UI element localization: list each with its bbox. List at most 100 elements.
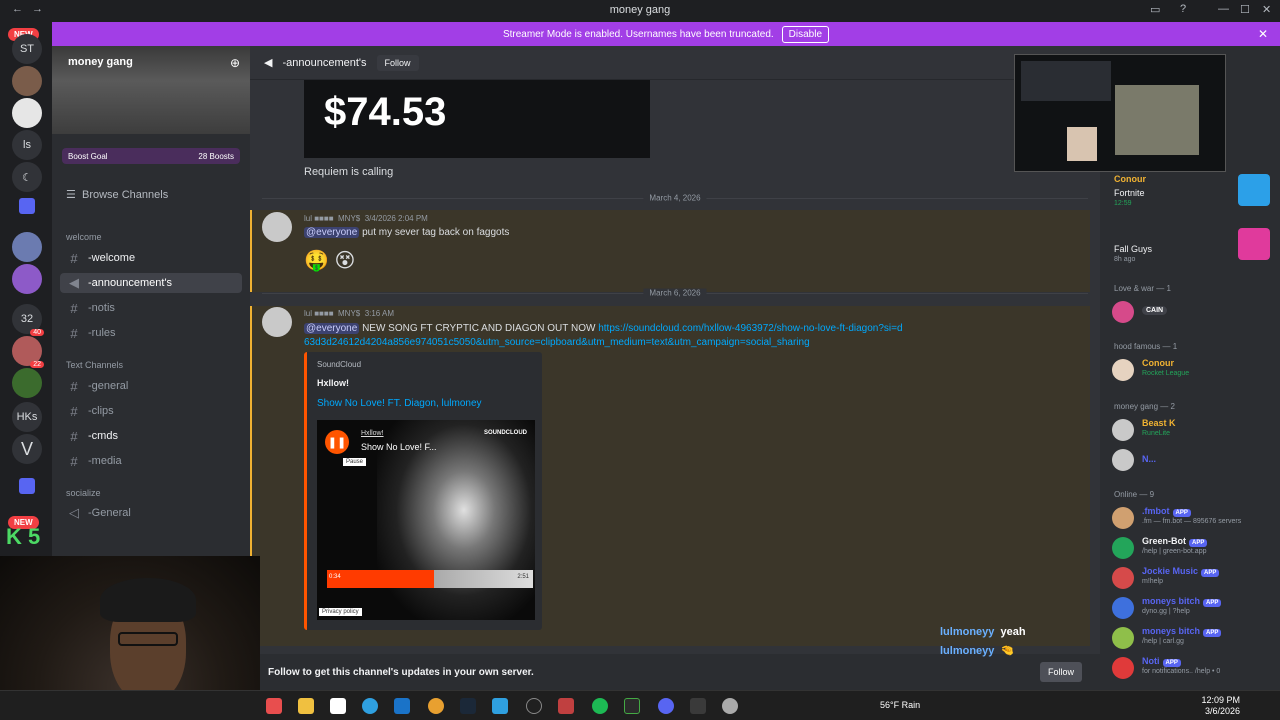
- steam-icon[interactable]: [460, 698, 476, 714]
- member-item[interactable]: CAIN: [1112, 298, 1278, 326]
- chrome-icon[interactable]: [428, 698, 444, 714]
- server-icon[interactable]: 22: [12, 336, 44, 368]
- channel-notis[interactable]: # -notis: [60, 298, 242, 318]
- server-icon[interactable]: ☾: [12, 162, 42, 192]
- copilot-icon[interactable]: [266, 698, 282, 714]
- server-name[interactable]: money gang: [68, 56, 133, 68]
- member-name: moneys bitch: [1142, 626, 1201, 636]
- member-name: Beast K: [1142, 418, 1176, 428]
- weather-widget[interactable]: 56°F Rain: [880, 700, 920, 710]
- obs-icon[interactable]: [526, 698, 542, 714]
- category-socialize[interactable]: socialize: [66, 488, 101, 498]
- discord-icon[interactable]: [658, 698, 674, 714]
- role-tag[interactable]: MNY$: [338, 309, 360, 318]
- hash-icon: #: [70, 378, 78, 394]
- member-name: Green-Bot: [1142, 536, 1187, 546]
- player-track-title[interactable]: Show No Love! F...: [361, 442, 437, 452]
- member-item[interactable]: moneys bitch APP/help | carl.gg: [1112, 624, 1278, 652]
- invite-icon[interactable]: ⊕: [230, 56, 240, 70]
- message-text: @everyone NEW SONG FT CRYPTIC AND DIAGON…: [304, 322, 904, 350]
- folder-icon[interactable]: [19, 478, 35, 494]
- inbox-icon[interactable]: ▭: [1150, 3, 1160, 16]
- voice-channel-general[interactable]: ◁ -General: [60, 503, 242, 523]
- server-icon[interactable]: V: [12, 434, 42, 464]
- app-icon[interactable]: [722, 698, 738, 714]
- member-game: Fortnite: [1114, 188, 1145, 198]
- soundcloud-logo[interactable]: SOUNDCLOUD: [484, 430, 527, 436]
- message-text: @everyone put my sever tag back on faggo…: [304, 227, 509, 238]
- help-icon[interactable]: ?: [1180, 3, 1186, 15]
- maximize-icon[interactable]: ☐: [1240, 3, 1250, 16]
- close-window-icon[interactable]: ✕: [1262, 3, 1271, 16]
- server-banner[interactable]: money gang ⊕: [52, 46, 250, 134]
- server-icon[interactable]: [12, 368, 42, 398]
- server-icon[interactable]: [12, 232, 42, 262]
- waveform-scrubber[interactable]: [327, 570, 533, 588]
- follow-header-button[interactable]: Follow: [376, 54, 419, 71]
- member-item[interactable]: Green-Bot APP/help | green-bot.app: [1112, 534, 1278, 562]
- category-welcome[interactable]: welcome: [66, 232, 102, 242]
- server-icon[interactable]: HKs: [12, 402, 42, 432]
- channel-cmds[interactable]: # -cmds: [60, 426, 242, 446]
- app-icon[interactable]: [492, 698, 508, 714]
- outlook-icon[interactable]: [394, 698, 410, 714]
- boost-goal-bar[interactable]: Boost Goal 28 Boosts: [62, 148, 240, 164]
- avatar[interactable]: [262, 307, 292, 337]
- member-item[interactable]: N...: [1112, 446, 1278, 474]
- clock[interactable]: 12:09 PM 3/6/2026: [1201, 695, 1240, 717]
- channel-general[interactable]: # -general: [60, 376, 242, 396]
- preview-window: [1067, 127, 1097, 161]
- nvidia-icon[interactable]: [624, 698, 640, 714]
- minimize-icon[interactable]: —: [1218, 3, 1229, 15]
- role-tag[interactable]: MNY$: [338, 214, 360, 223]
- server-icon[interactable]: 32 40: [12, 304, 44, 336]
- channel-rules[interactable]: # -rules: [60, 323, 242, 343]
- store-icon[interactable]: [330, 698, 346, 714]
- soundcloud-player[interactable]: ❚❚ Hxllow! Show No Love! F... Pause SOUN…: [317, 420, 535, 620]
- close-banner-icon[interactable]: ✕: [1258, 27, 1268, 41]
- everyone-mention[interactable]: @everyone: [304, 227, 360, 238]
- runelite-icon[interactable]: [690, 698, 706, 714]
- spotify-icon[interactable]: [592, 698, 608, 714]
- embed-title-link[interactable]: Show No Love! FT. Diagon, lulmoney: [317, 398, 482, 409]
- disable-button[interactable]: Disable: [781, 25, 830, 43]
- category-text-channels[interactable]: Text Channels: [66, 360, 123, 370]
- member-item[interactable]: moneys bitch APP dyno.gg | ?help: [1112, 594, 1278, 622]
- server-icon[interactable]: [12, 98, 42, 128]
- screen-share-preview[interactable]: [1014, 54, 1226, 172]
- embed-image-price[interactable]: $74.53: [304, 80, 650, 158]
- member-item[interactable]: Noti APP for notifications.. /help • 0: [1112, 654, 1278, 682]
- channel-media[interactable]: # -media: [60, 451, 242, 471]
- browse-channels-button[interactable]: ☰ Browse Channels: [66, 188, 168, 201]
- channel-welcome[interactable]: # -welcome: [60, 248, 242, 268]
- member-item[interactable]: .fmbot APP .fm — fm.bot — 895676 servers: [1112, 504, 1278, 532]
- everyone-mention[interactable]: @everyone: [304, 323, 360, 334]
- fortnite-icon: [1238, 174, 1270, 206]
- server-icon[interactable]: [12, 264, 42, 294]
- server-icon[interactable]: [12, 66, 42, 96]
- boost-count: 28 Boosts: [198, 151, 234, 161]
- file-explorer-icon[interactable]: [298, 698, 314, 714]
- privacy-policy-link[interactable]: Privacy policy: [319, 608, 362, 616]
- megaphone-icon: ◀: [69, 275, 79, 290]
- pause-button[interactable]: ❚❚: [325, 430, 349, 454]
- edge-icon[interactable]: [362, 698, 378, 714]
- player-artist[interactable]: Hxllow!: [361, 430, 384, 437]
- channel-clips[interactable]: # -clips: [60, 401, 242, 421]
- follow-button[interactable]: Follow: [1039, 662, 1082, 682]
- server-icon[interactable]: ls: [12, 130, 42, 160]
- server-icon[interactable]: ST: [12, 34, 42, 64]
- channel-announcements[interactable]: ◀ -announcement's: [60, 273, 242, 293]
- member-item[interactable]: Jockie Music APP m!help: [1112, 564, 1278, 592]
- app-icon[interactable]: [558, 698, 574, 714]
- channel-label: -welcome: [88, 252, 136, 264]
- mention-badge: 40: [30, 329, 44, 336]
- channel-label: -rules: [88, 327, 116, 339]
- embed-author[interactable]: Hxllow!: [317, 378, 349, 388]
- member-status: /help | carl.gg: [1142, 638, 1184, 645]
- folder-icon[interactable]: [19, 198, 35, 214]
- member-item[interactable]: Beast K RuneLite: [1112, 416, 1278, 444]
- avatar[interactable]: [262, 212, 292, 242]
- member-item[interactable]: Conour Rocket League: [1112, 356, 1278, 384]
- avatar: [1112, 537, 1134, 559]
